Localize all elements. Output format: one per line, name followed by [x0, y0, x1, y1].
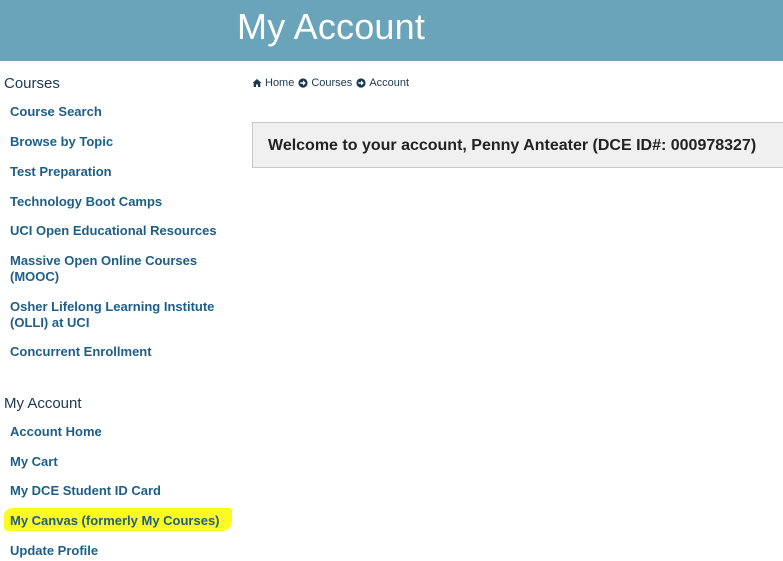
breadcrumb-home[interactable]: Home — [265, 76, 294, 90]
sidebar-item-student-id-card[interactable]: My DCE Student ID Card — [10, 483, 225, 499]
sidebar-item-test-preparation[interactable]: Test Preparation — [10, 164, 225, 180]
home-icon — [252, 78, 262, 88]
sidebar-item-technology-boot-camps[interactable]: Technology Boot Camps — [10, 194, 225, 210]
sidebar-item-olli[interactable]: Osher Lifelong Learning Institute (OLLI)… — [10, 299, 225, 331]
breadcrumb-courses[interactable]: Courses — [311, 76, 352, 90]
sidebar-item-my-canvas[interactable]: My Canvas (formerly My Courses) — [10, 513, 225, 529]
breadcrumb: Home Courses Account — [252, 76, 409, 90]
arrow-circle-right-icon — [356, 78, 366, 88]
my-account-heading: My Account — [4, 395, 82, 412]
welcome-message: Welcome to your account, Penny Anteater … — [268, 137, 757, 154]
courses-heading: Courses — [4, 75, 60, 92]
sidebar-item-update-profile[interactable]: Update Profile — [10, 543, 225, 559]
sidebar-item-mooc[interactable]: Massive Open Online Courses (MOOC) — [10, 253, 215, 285]
page-header: My Account — [0, 0, 783, 61]
sidebar-item-course-search[interactable]: Course Search — [10, 104, 225, 120]
sidebar-item-my-cart[interactable]: My Cart — [10, 454, 225, 470]
sidebar-item-account-home[interactable]: Account Home — [10, 424, 225, 440]
sidebar-item-uci-open-educational-resources[interactable]: UCI Open Educational Resources — [10, 223, 225, 239]
page-title: My Account — [237, 6, 426, 47]
welcome-panel: Welcome to your account, Penny Anteater … — [252, 122, 783, 168]
sidebar-item-browse-by-topic[interactable]: Browse by Topic — [10, 134, 225, 150]
arrow-circle-right-icon — [298, 78, 308, 88]
breadcrumb-account[interactable]: Account — [369, 76, 409, 90]
sidebar-item-concurrent-enrollment[interactable]: Concurrent Enrollment — [10, 344, 225, 360]
